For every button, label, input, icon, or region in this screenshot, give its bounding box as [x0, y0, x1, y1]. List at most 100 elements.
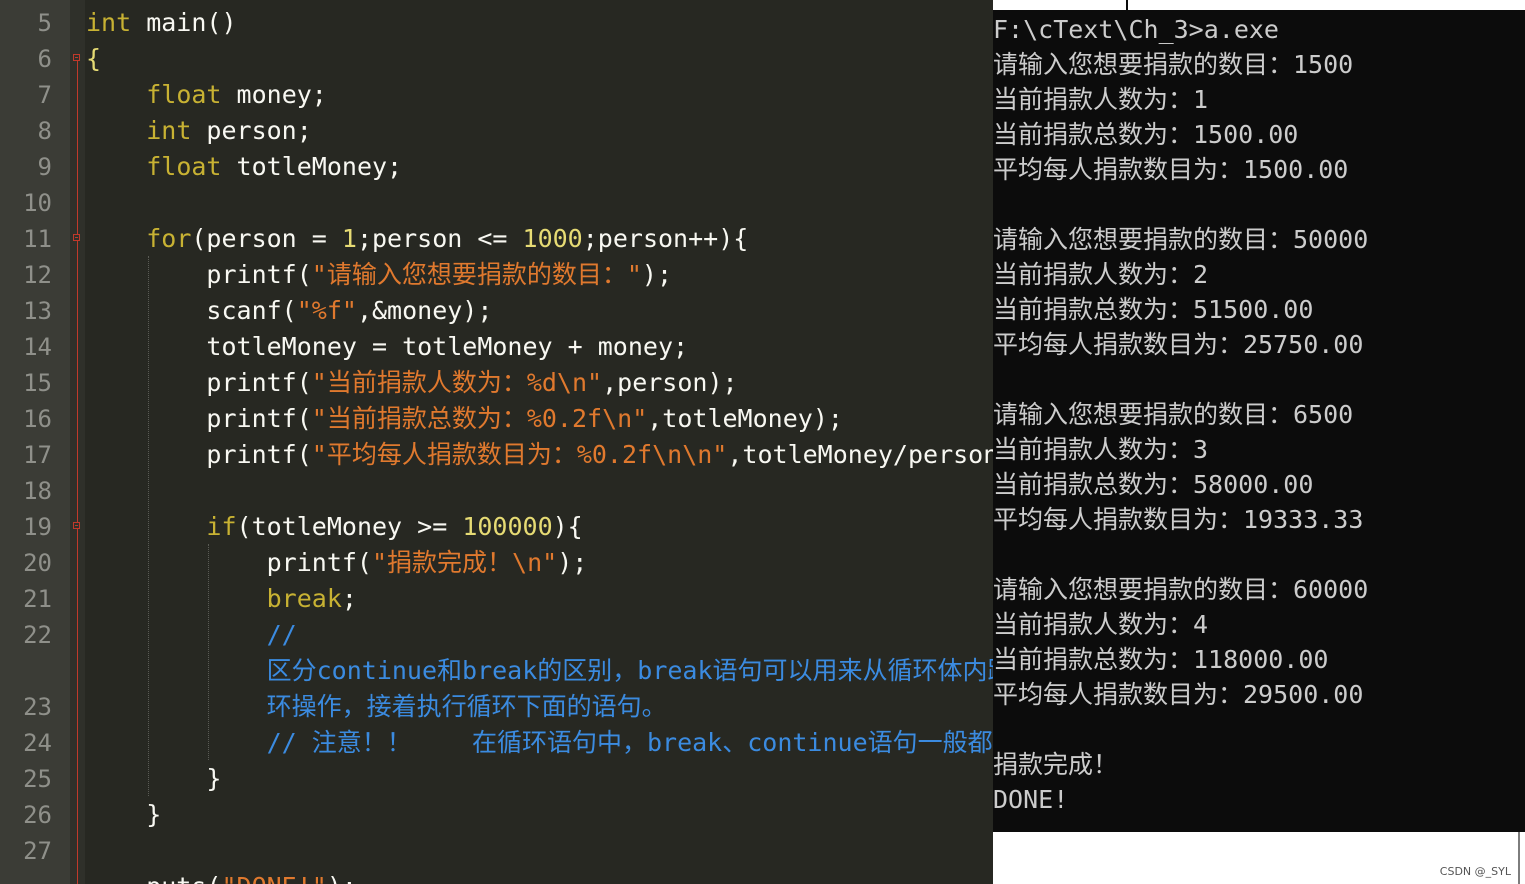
- console-line: 当前捐款总数为：1500.00: [993, 120, 1299, 149]
- code-line[interactable]: //: [86, 617, 297, 653]
- code-line[interactable]: scanf("%f",&money);: [86, 293, 492, 329]
- line-number: 19: [23, 513, 52, 541]
- line-number: 11: [23, 225, 52, 253]
- code-token: 1: [341, 224, 357, 253]
- line-number: 7: [37, 81, 52, 109]
- console-line: 当前捐款总数为：51500.00: [993, 295, 1314, 324]
- console-title-bar: [993, 0, 1525, 10]
- code-token: ;: [341, 584, 357, 613]
- console-line: 请输入您想要捐款的数目：60000: [993, 575, 1369, 604]
- code-token: 区分continue和break的区别，break语句可以用来从循环体内跳出循: [86, 656, 993, 685]
- code-token: 环操作，接着执行循环下面的语句。: [86, 692, 667, 721]
- code-token: printf(: [86, 404, 312, 433]
- line-number: 27: [23, 837, 52, 865]
- line-number: 5: [37, 9, 52, 37]
- code-line[interactable]: break;: [86, 581, 357, 617]
- console-line: 请输入您想要捐款的数目：1500: [993, 50, 1354, 79]
- fold-toggle-main[interactable]: [73, 54, 80, 61]
- line-number: 16: [23, 405, 52, 433]
- code-token: float: [146, 152, 222, 181]
- line-number: 21: [23, 585, 52, 613]
- code-token: "当前捐款总数为：%0.2f\n": [311, 404, 648, 433]
- console-window[interactable]: F:\cText\Ch_3>a.exe 请输入您想要捐款的数目：1500 当前捐款人…: [993, 0, 1525, 832]
- code-token: printf(: [86, 368, 312, 397]
- code-line[interactable]: }: [86, 797, 161, 833]
- fold-range-line: [77, 58, 78, 884]
- line-number: 18: [23, 477, 52, 505]
- code-token: main(): [131, 8, 237, 37]
- code-token: totleMoney;: [221, 152, 403, 181]
- console-line: 平均每人捐款数目为：25750.00: [993, 330, 1364, 359]
- line-number: 25: [23, 765, 52, 793]
- line-number: [0, 653, 52, 689]
- console-line: 请输入您想要捐款的数目：50000: [993, 225, 1369, 254]
- code-token: //: [86, 620, 297, 649]
- console-line: 当前捐款总数为：58000.00: [993, 470, 1314, 499]
- scrollbar-edge: [1518, 832, 1520, 884]
- code-line[interactable]: puts("DONE!");: [86, 869, 357, 884]
- code-line[interactable]: float money;: [86, 77, 327, 113]
- code-line[interactable]: printf("请输入您想要捐款的数目：");: [86, 257, 672, 293]
- code-token: // 注意！！ 在循环语句中，break、continue语句一般都: [86, 728, 993, 757]
- code-token: {: [86, 44, 102, 73]
- code-token: scanf(: [86, 296, 297, 325]
- code-token: int: [86, 8, 132, 37]
- code-line[interactable]: // 注意！！ 在循环语句中，break、continue语句一般都: [86, 725, 993, 761]
- line-number: 12: [23, 261, 52, 289]
- code-token: "捐款完成！\n": [371, 548, 558, 577]
- code-line[interactable]: totleMoney = totleMoney + money;: [86, 329, 688, 365]
- code-token: );: [557, 548, 588, 577]
- code-token: int: [146, 116, 192, 145]
- line-number: 10: [23, 189, 52, 217]
- code-token: printf(: [86, 548, 372, 577]
- code-token: 1000: [522, 224, 583, 253]
- console-line: 当前捐款人数为：4: [993, 610, 1209, 639]
- code-token: (person =: [191, 224, 342, 253]
- code-line[interactable]: printf("当前捐款总数为：%0.2f\n",totleMoney);: [86, 401, 843, 437]
- line-number: 13: [23, 297, 52, 325]
- code-token: printf(: [86, 260, 312, 289]
- code-line[interactable]: for(person = 1;person <= 1000;person++){: [86, 221, 748, 257]
- console-scrollbar[interactable]: [1505, 12, 1525, 832]
- code-token: for: [146, 224, 192, 253]
- line-number: 15: [23, 369, 52, 397]
- code-token: "当前捐款人数为：%d\n": [311, 368, 603, 397]
- code-line[interactable]: }: [86, 761, 221, 797]
- code-line[interactable]: int main(): [86, 5, 237, 41]
- console-line: 请输入您想要捐款的数目：6500: [993, 400, 1354, 429]
- line-number: 23: [23, 693, 52, 721]
- console-line: 当前捐款人数为：2: [993, 260, 1209, 289]
- code-token: float: [146, 80, 222, 109]
- code-token: "请输入您想要捐款的数目：": [311, 260, 642, 289]
- code-line[interactable]: int person;: [86, 113, 312, 149]
- code-line[interactable]: float totleMoney;: [86, 149, 402, 185]
- line-number: 24: [23, 729, 52, 757]
- code-editor[interactable]: 5 6 7 8 9 10 11 12 13 14 15 16 17 18 19 20 21 22 23 24 25 26 2…: [0, 0, 993, 884]
- code-token: ){: [552, 512, 583, 541]
- line-number: 17: [23, 441, 52, 469]
- code-token: totleMoney = totleMoney + money;: [86, 332, 689, 361]
- code-line[interactable]: 环操作，接着执行循环下面的语句。: [86, 689, 667, 725]
- code-line[interactable]: printf("当前捐款人数为：%d\n",person);: [86, 365, 737, 401]
- line-number: 20: [23, 549, 52, 577]
- code-token: if: [206, 512, 237, 541]
- code-line[interactable]: if(totleMoney >= 100000){: [86, 509, 583, 545]
- code-token: );: [327, 872, 357, 884]
- code-token: }: [86, 800, 162, 829]
- code-line[interactable]: printf("捐款完成！\n");: [86, 545, 588, 581]
- code-token: ;person++){: [582, 224, 749, 253]
- fold-toggle-for[interactable]: [73, 234, 80, 241]
- code-line[interactable]: 区分continue和break的区别，break语句可以用来从循环体内跳出循: [86, 653, 993, 689]
- code-line[interactable]: printf("平均每人捐款数目为：%0.2f\n\n",totleMoney/…: [86, 437, 993, 473]
- console-line: 捐款完成！: [993, 750, 1119, 779]
- fold-toggle-if[interactable]: [73, 522, 80, 529]
- code-token: "平均每人捐款数目为：%0.2f\n\n": [311, 440, 728, 469]
- console-line: 当前捐款人数为：1: [993, 85, 1209, 114]
- code-line[interactable]: {: [86, 41, 101, 77]
- code-token: );: [641, 260, 672, 289]
